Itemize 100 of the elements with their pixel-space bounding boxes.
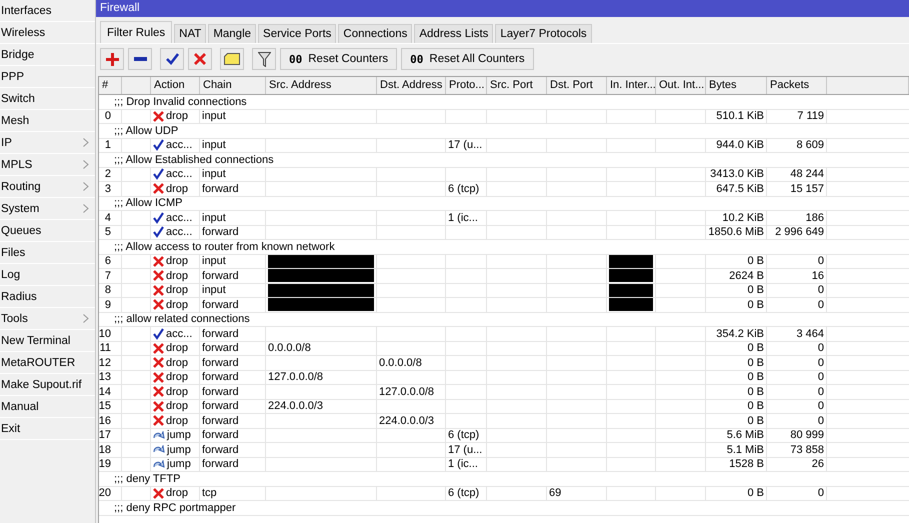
tab[interactable]: Filter Rules — [100, 21, 172, 43]
sidebar-item[interactable]: MPLS — [0, 154, 95, 176]
sidebar-item[interactable]: Queues — [0, 220, 95, 242]
rule-chain: forward — [202, 400, 239, 412]
filter-icon — [258, 52, 270, 66]
rule-chain: input — [202, 212, 226, 224]
tab[interactable]: NAT — [174, 24, 206, 43]
rule-row[interactable]: 16 drop forward 224.0.0.0/3 0 B 0 — [99, 414, 909, 428]
sidebar-item[interactable]: PPP — [0, 66, 95, 88]
column-header[interactable]: Proto... — [446, 77, 487, 94]
rule-action: acc... — [166, 328, 192, 340]
rule-action: jump — [167, 429, 191, 442]
sidebar-item[interactable]: Interfaces — [0, 0, 95, 22]
rule-action: drop — [166, 400, 188, 412]
rule-row[interactable]: 7 drop forward 2624 B 16 — [99, 269, 909, 284]
rule-row[interactable]: 0 drop input 510.1 KiB 7 119 — [99, 110, 909, 124]
sidebar-item[interactable]: Files — [0, 242, 95, 264]
tab[interactable]: Connections — [338, 24, 412, 43]
rule-number: 14 — [99, 386, 111, 398]
rule-row[interactable]: 9 drop forward 0 B 0 — [99, 298, 909, 312]
sidebar-item[interactable]: Bridge — [0, 44, 95, 66]
rule-number: 20 — [99, 487, 111, 500]
reset-counters-button[interactable]: 00 Reset All Counters — [401, 48, 534, 70]
column-header[interactable]: Src. Address — [266, 77, 377, 94]
rule-number: 4 — [104, 212, 111, 224]
bytes-count: 647.5 KiB — [716, 182, 764, 195]
disable-button[interactable] — [188, 48, 212, 70]
rule-row[interactable]: 19 jump forward 1 (ic... 1528 B 26 — [99, 458, 909, 472]
packets-count: 0 — [818, 284, 824, 296]
rule-row[interactable]: 18 jump forward 17 (u... 5.1 MiB 73 858 — [99, 443, 909, 458]
sidebar-item[interactable]: Tools — [0, 308, 95, 330]
sidebar-item[interactable]: System — [0, 198, 95, 220]
rule-row[interactable]: 2 acc... input 3413.0 KiB 48 244 — [99, 168, 909, 182]
rule-action: acc... — [166, 212, 192, 224]
packets-count: 16 — [812, 270, 824, 282]
sidebar-item[interactable]: MetaROUTER — [0, 352, 95, 374]
comment-button[interactable] — [220, 48, 244, 70]
column-header[interactable]: Dst. Port — [547, 77, 607, 94]
sidebar-item[interactable]: Wireless — [0, 22, 95, 44]
remove-button[interactable] — [128, 48, 152, 70]
rule-row[interactable]: 13 drop forward 127.0.0.0/8 0 B 0 — [99, 370, 909, 385]
add-button[interactable] — [100, 48, 124, 70]
rule-row[interactable]: 20 drop tcp 6 (tcp) 69 0 B 0 — [99, 486, 909, 501]
tab[interactable]: Layer7 Protocols — [495, 24, 592, 43]
sidebar-item[interactable]: Switch — [0, 88, 95, 110]
rule-action: drop — [166, 255, 188, 268]
rule-row[interactable]: 4 acc... input 1 (ic... 10.2 KiB 186 — [99, 211, 909, 226]
rule-row[interactable]: 17 jump forward 6 (tcp) 5.6 MiB 80 999 — [99, 428, 909, 443]
sidebar-item[interactable]: Exit — [0, 418, 95, 440]
rule-action: acc... — [166, 168, 192, 180]
sidebar-item[interactable]: Make Supout.rif — [0, 374, 95, 396]
filter-button[interactable] — [252, 48, 276, 70]
rule-row[interactable]: 1 acc... input 17 (u... 944.0 KiB 8 609 — [99, 138, 909, 153]
protocol: 6 (tcp) — [448, 429, 480, 442]
column-header[interactable]: Out. Int... — [656, 77, 706, 94]
rule-row[interactable]: 12 drop forward 0.0.0.0/8 0 B 0 — [99, 356, 909, 370]
bytes-count: 0 B — [747, 386, 764, 398]
rule-row[interactable]: 8 drop input 0 B 0 — [99, 284, 909, 298]
window-title: Firewall — [96, 0, 909, 17]
bytes-count: 0 B — [747, 356, 764, 369]
tab[interactable]: Address Lists — [414, 24, 494, 43]
rule-comment: ;;; allow related connections — [114, 313, 250, 326]
sidebar-item[interactable]: Routing — [0, 176, 95, 198]
column-header[interactable]: Src. Port — [487, 77, 547, 94]
rule-row[interactable]: 14 drop forward 127.0.0.0/8 0 B 0 — [99, 385, 909, 400]
tab[interactable]: Service Ports — [258, 24, 336, 43]
reset-counters-button[interactable]: 00 Reset Counters — [280, 48, 398, 70]
sidebar-item[interactable]: Log — [0, 264, 95, 286]
column-header[interactable]: Packets — [767, 77, 827, 94]
rule-row[interactable]: 15 drop forward 224.0.0.0/3 0 B 0 — [99, 400, 909, 414]
note-icon — [224, 53, 240, 65]
bytes-count: 0 B — [747, 342, 764, 354]
sidebar-item[interactable]: Radius — [0, 286, 95, 308]
rule-row[interactable]: 3 drop forward 6 (tcp) 647.5 KiB 15 157 — [99, 182, 909, 196]
rule-action: drop — [166, 342, 188, 354]
sidebar-item[interactable]: New Terminal — [0, 330, 95, 352]
column-header[interactable]: # — [99, 77, 122, 94]
sidebar-item[interactable]: Manual — [0, 396, 95, 418]
rule-action: jump — [167, 444, 191, 456]
column-header[interactable]: In. Inter... — [607, 77, 656, 94]
rule-row[interactable]: 10 acc... forward 354.2 KiB 3 464 — [99, 327, 909, 342]
tab[interactable]: Mangle — [208, 24, 256, 43]
sidebar-item[interactable]: IP — [0, 132, 95, 154]
rule-row[interactable]: 11 drop forward 0.0.0.0/8 0 B 0 — [99, 342, 909, 356]
column-header[interactable]: Bytes — [706, 77, 767, 94]
column-header[interactable]: Action — [151, 77, 200, 94]
enable-button[interactable] — [160, 48, 184, 70]
bytes-count: 0 B — [747, 400, 764, 412]
packets-count: 15 157 — [790, 182, 824, 195]
protocol: 17 (u... — [448, 444, 482, 456]
column-header[interactable]: Chain — [200, 77, 266, 94]
rule-row[interactable]: 5 acc... forward 1850.6 MiB 2 996 649 — [99, 226, 909, 240]
protocol: 6 (tcp) — [448, 487, 480, 500]
sidebar-item[interactable]: Mesh — [0, 110, 95, 132]
rule-chain: forward — [202, 226, 239, 238]
rule-row[interactable]: 6 drop input 0 B 0 — [99, 254, 909, 269]
protocol: 17 (u... — [448, 139, 482, 152]
cross-icon — [194, 53, 206, 65]
rule-action: drop — [166, 182, 188, 195]
column-header[interactable]: Dst. Address — [377, 77, 446, 94]
